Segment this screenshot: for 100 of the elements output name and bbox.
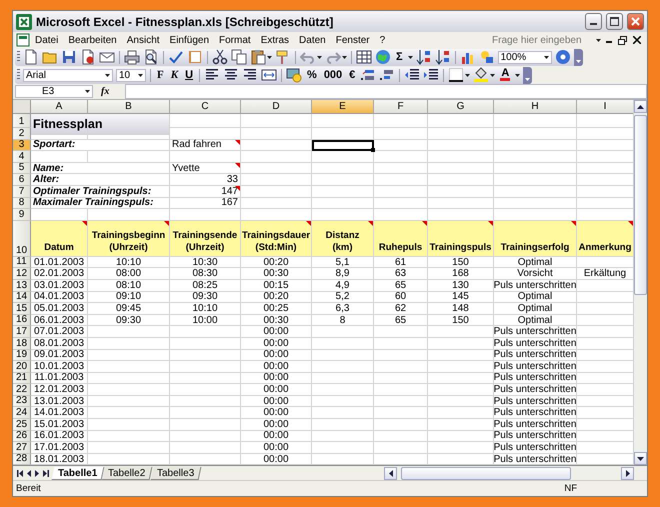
caret-icon[interactable]	[105, 74, 110, 76]
sheet-tab[interactable]: Tabelle3	[150, 466, 202, 480]
toolbar-options[interactable]	[574, 48, 583, 66]
menu-item[interactable]: ?	[374, 34, 390, 46]
column-header[interactable]: C	[170, 100, 241, 114]
caret-icon[interactable]	[596, 38, 601, 42]
row-header[interactable]: 13	[13, 280, 31, 292]
column-header[interactable]: H	[494, 100, 577, 114]
underline-button[interactable]: U	[183, 68, 196, 82]
row-header[interactable]: 3	[13, 140, 31, 152]
row-header[interactable]: 28	[13, 454, 31, 465]
row-header[interactable]: 15	[13, 303, 31, 315]
number-format-button[interactable]: %	[305, 68, 319, 82]
caret-icon[interactable]	[317, 56, 322, 58]
scroll-right-button[interactable]	[621, 466, 634, 480]
sheet-tab[interactable]: Tabelle2	[102, 466, 153, 480]
row-header[interactable]: 22	[13, 384, 31, 396]
autosum-button[interactable]: Σ	[394, 50, 405, 64]
last-sheet-icon[interactable]	[43, 470, 49, 476]
caret-icon[interactable]	[138, 74, 143, 76]
scrollbar-thumb[interactable]	[634, 115, 647, 295]
document-icon[interactable]	[80, 49, 96, 65]
minimize-button[interactable]	[585, 13, 602, 30]
number-format-button[interactable]: 000	[322, 68, 344, 82]
column-header[interactable]: B	[88, 100, 170, 114]
row-header[interactable]: 20	[13, 361, 31, 373]
column-header[interactable]: F	[374, 100, 428, 114]
menu-item[interactable]: Bearbeiten	[63, 34, 122, 46]
sheet-tab[interactable]: Tabelle1	[52, 466, 105, 480]
previous-sheet-icon[interactable]	[27, 470, 31, 476]
scissors-icon[interactable]	[212, 49, 228, 65]
restore-icon[interactable]	[618, 36, 627, 44]
row-header[interactable]: 25	[13, 419, 31, 431]
row-header[interactable]: 17	[13, 326, 31, 338]
menu-item[interactable]: Extras	[256, 34, 294, 46]
help-icon[interactable]	[554, 49, 571, 65]
row-header[interactable]: 10	[13, 220, 31, 257]
caret-icon[interactable]	[490, 74, 496, 76]
row-header[interactable]: 11	[13, 256, 31, 268]
clipboard-icon[interactable]	[250, 49, 266, 65]
next-sheet-icon[interactable]	[35, 470, 39, 476]
row-header[interactable]: 6	[13, 174, 31, 186]
row-header[interactable]: 4	[13, 151, 31, 163]
column-header[interactable]: E	[312, 100, 374, 114]
font-field[interactable]: Arial	[23, 68, 113, 82]
row-header[interactable]: 1	[13, 114, 31, 128]
column-header[interactable]: D	[241, 100, 312, 114]
row-header[interactable]: 14	[13, 292, 31, 304]
menu-item[interactable]: Format	[214, 34, 256, 46]
magnifier-icon[interactable]	[143, 49, 159, 65]
borders-icon[interactable]	[448, 67, 464, 83]
toolbar-grip[interactable]	[17, 69, 20, 81]
caret-icon[interactable]	[342, 56, 347, 58]
check-mark-icon[interactable]	[168, 49, 184, 65]
name-box[interactable]: E3	[15, 85, 93, 98]
row-header[interactable]: 18	[13, 338, 31, 350]
row-header[interactable]: 27	[13, 442, 31, 454]
font-color-button[interactable]: A	[498, 68, 512, 82]
row-header[interactable]: 7	[13, 186, 31, 198]
menu-item[interactable]: Fenster	[330, 34, 375, 46]
row-header[interactable]: 21	[13, 372, 31, 384]
function-label[interactable]: fx	[101, 86, 117, 97]
active-cell[interactable]	[312, 140, 374, 152]
row-header[interactable]: 12	[13, 268, 31, 280]
toolbar-options[interactable]	[523, 66, 532, 84]
workbook-icon[interactable]	[16, 33, 30, 47]
scroll-up-button[interactable]	[634, 100, 647, 113]
sort-icon[interactable]	[416, 49, 432, 65]
caret-icon[interactable]	[465, 74, 470, 76]
row-header[interactable]: 24	[13, 407, 31, 420]
menu-item[interactable]: Daten	[294, 34, 331, 46]
close-icon[interactable]	[633, 36, 641, 44]
maximize-button[interactable]	[606, 13, 623, 30]
column-header[interactable]: I	[577, 100, 633, 114]
column-header[interactable]: A	[31, 100, 88, 114]
row-header[interactable]: 8	[13, 198, 31, 210]
row-header[interactable]: 5	[13, 162, 31, 174]
formula-field[interactable]	[125, 84, 647, 99]
first-sheet-icon[interactable]	[17, 470, 23, 476]
row-header[interactable]: 26	[13, 430, 31, 442]
row-header[interactable]: 16	[13, 314, 31, 326]
close-button[interactable]	[627, 13, 644, 30]
bold-button[interactable]: F	[155, 68, 166, 82]
increase-decimal-icon[interactable]	[360, 67, 376, 83]
document-icon[interactable]	[23, 49, 39, 65]
coins-icon[interactable]	[286, 67, 302, 83]
caret-icon[interactable]	[267, 56, 272, 58]
zoom-field[interactable]: 100%	[498, 50, 552, 64]
number-format-button[interactable]: €	[347, 68, 358, 82]
menu-item[interactable]: Datei	[30, 34, 64, 46]
table-icon[interactable]	[356, 49, 372, 65]
sort-icon[interactable]	[434, 49, 451, 65]
menu-item[interactable]: Ansicht	[122, 34, 165, 46]
merge-cells-icon[interactable]	[261, 67, 278, 83]
column-header[interactable]: G	[428, 100, 494, 114]
toolbar-grip[interactable]	[17, 51, 20, 63]
printer-icon[interactable]	[124, 49, 140, 65]
caret-icon[interactable]	[544, 56, 549, 58]
row-header[interactable]: 2	[13, 128, 31, 140]
scrollbar-thumb[interactable]	[401, 466, 571, 480]
